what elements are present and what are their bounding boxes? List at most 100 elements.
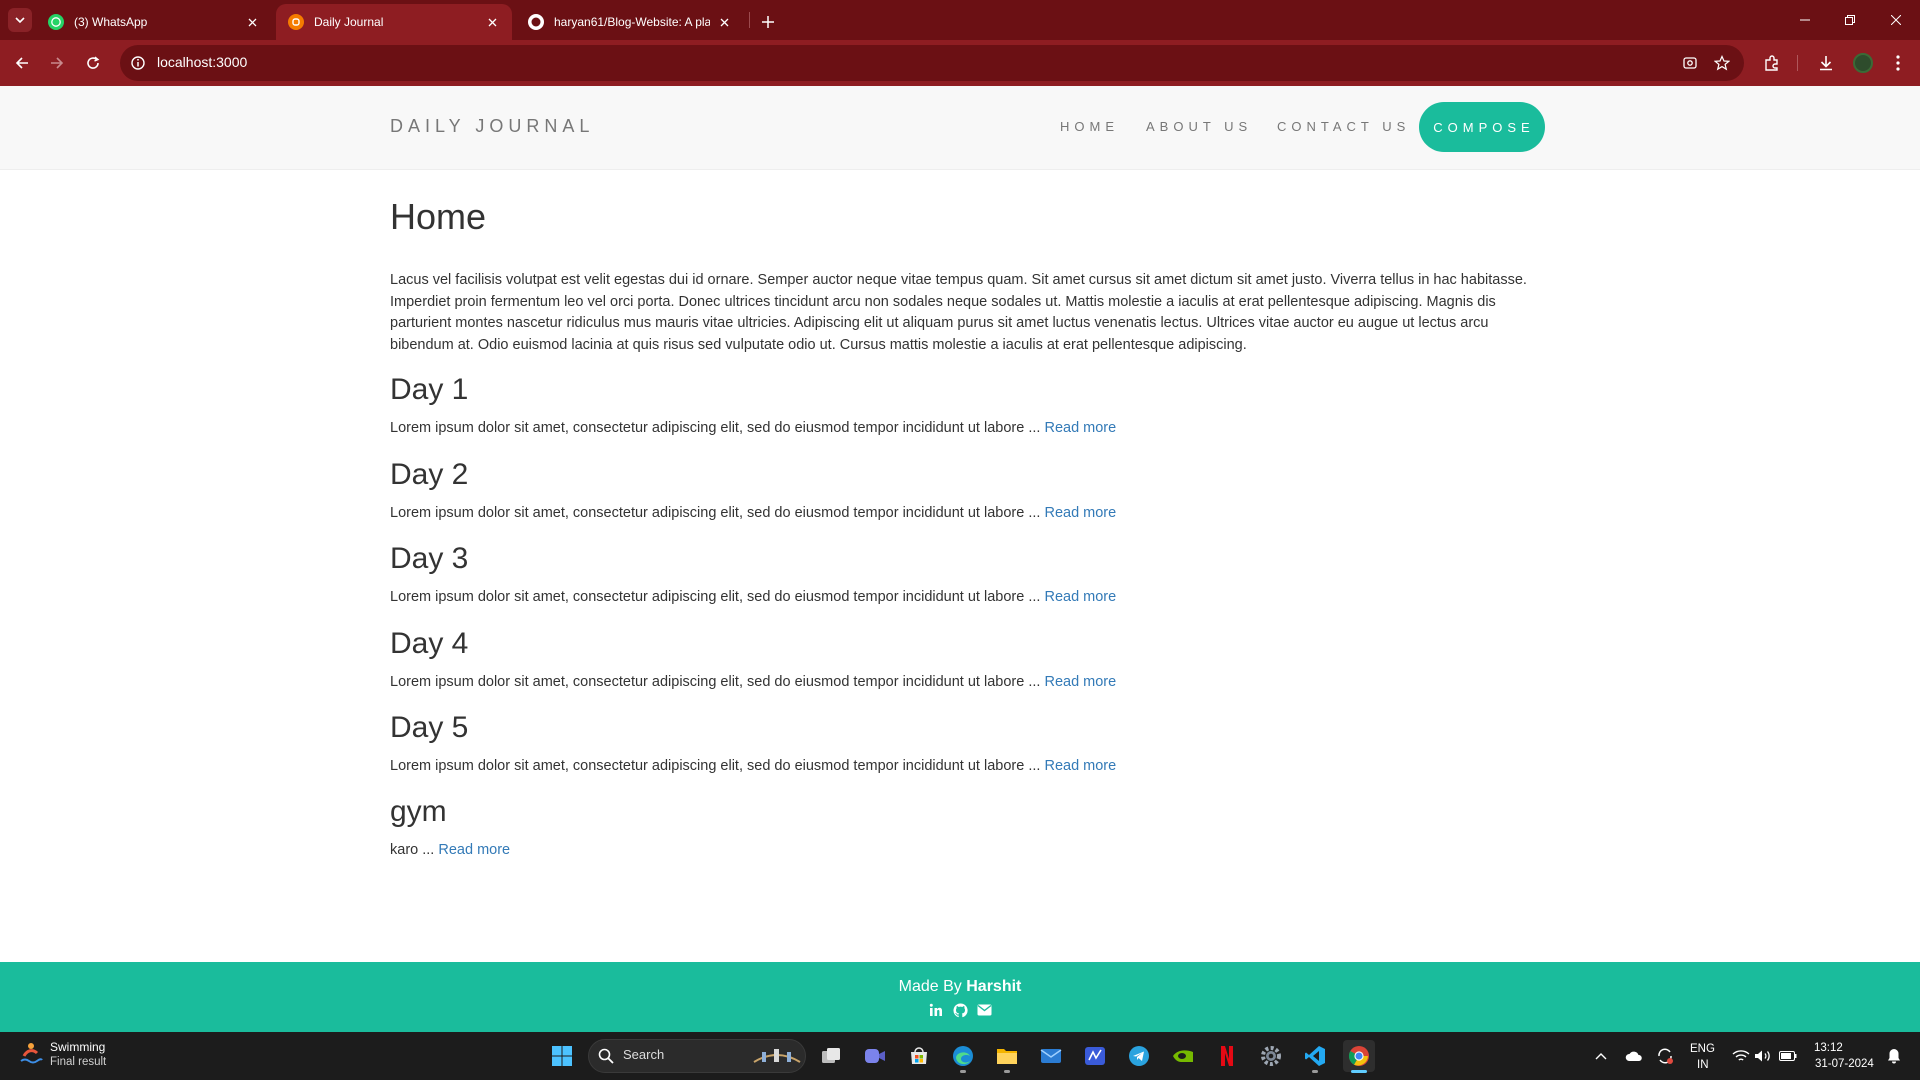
onedrive-cloud-icon[interactable] — [1624, 1046, 1644, 1066]
bookmark-star-icon[interactable] — [1712, 53, 1732, 73]
restore-button[interactable] — [1838, 8, 1862, 32]
ellipsis: ... — [1024, 420, 1045, 436]
widget-subtitle[interactable]: Final result — [50, 1056, 106, 1068]
puzzle-icon — [1765, 55, 1778, 71]
tab-daily-journal[interactable]: Daily Journal — [276, 4, 512, 40]
arrow-right-icon — [51, 57, 64, 69]
post-excerpt: Lorem ipsum dolor sit amet, consectetur … — [390, 672, 1530, 692]
taskbar-time[interactable]: 13:12 — [1814, 1042, 1843, 1054]
settings-gear-icon[interactable] — [1255, 1040, 1287, 1072]
windows-logo-icon — [552, 1046, 572, 1066]
read-more-link[interactable]: Read more — [1044, 674, 1116, 690]
close-icon[interactable] — [484, 14, 500, 30]
post-excerpt: Lorem ipsum dolor sit amet, consectetur … — [390, 587, 1530, 607]
tab-title: (3) WhatsApp — [74, 15, 148, 29]
close-icon — [1891, 15, 1901, 25]
microsoft-store-icon[interactable] — [903, 1040, 935, 1072]
post-item: Day 2 Lorem ipsum dolor sit amet, consec… — [390, 457, 1530, 523]
ellipsis: ... — [1024, 505, 1045, 521]
read-more-link[interactable]: Read more — [1044, 589, 1116, 605]
nav-about-us[interactable]: ABOUT US — [1146, 119, 1252, 134]
telegram-icon[interactable] — [1123, 1040, 1155, 1072]
chevron-down-icon — [15, 17, 25, 24]
profile-avatar[interactable] — [1853, 53, 1873, 73]
language-indicator[interactable]: ENG — [1690, 1043, 1715, 1055]
wifi-icon[interactable] — [1731, 1046, 1751, 1066]
reload-icon — [87, 56, 100, 69]
post-excerpt-text: Lorem ipsum dolor sit amet, consectetur … — [390, 505, 1025, 521]
minimize-button[interactable] — [1793, 8, 1817, 32]
ellipsis: ... — [418, 842, 439, 858]
running-indicator — [1004, 1070, 1010, 1073]
post-item: Day 1 Lorem ipsum dolor sit amet, consec… — [390, 372, 1530, 438]
post-title: Day 2 — [390, 458, 469, 491]
search-icon — [598, 1048, 614, 1069]
extensions-button[interactable] — [1758, 49, 1786, 77]
footer-social-links — [0, 1002, 1920, 1018]
whiteboard-app-icon[interactable] — [1079, 1040, 1111, 1072]
browser-menu-button[interactable] — [1884, 49, 1912, 77]
reload-button[interactable] — [79, 49, 107, 77]
page-title: Home — [390, 196, 487, 237]
ellipsis: ... — [1024, 758, 1045, 774]
github-icon[interactable] — [952, 1002, 968, 1018]
address-bar[interactable] — [120, 45, 1744, 81]
taskbar-date[interactable]: 31-07-2024 — [1815, 1058, 1874, 1070]
post-excerpt-text: karo — [390, 842, 419, 858]
language-region[interactable]: IN — [1697, 1059, 1709, 1071]
site-brand[interactable]: DAILY JOURNAL — [390, 116, 594, 137]
more-vertical-icon — [1896, 55, 1900, 71]
download-icon — [1820, 56, 1832, 71]
whatsapp-icon — [48, 14, 64, 30]
read-more-link[interactable]: Read more — [1044, 758, 1116, 774]
battery-icon[interactable] — [1778, 1046, 1798, 1066]
screenshot-icon[interactable] — [1680, 53, 1700, 73]
chevron-up-icon[interactable] — [1591, 1046, 1611, 1066]
intro-paragraph: Lacus vel facilisis volutpat est velit e… — [390, 272, 1527, 353]
close-icon[interactable] — [244, 14, 260, 30]
back-button[interactable] — [8, 49, 36, 77]
edge-icon[interactable] — [947, 1040, 979, 1072]
plus-icon — [762, 16, 774, 28]
linkedin-icon[interactable] — [928, 1002, 944, 1018]
active-indicator — [1351, 1070, 1367, 1073]
nav-home[interactable]: HOME — [1060, 119, 1119, 134]
post-excerpt-text: Lorem ipsum dolor sit amet, consectetur … — [390, 674, 1025, 690]
nvidia-icon[interactable] — [1167, 1040, 1199, 1072]
close-window-button[interactable] — [1884, 8, 1908, 32]
read-more-link[interactable]: Read more — [1044, 420, 1116, 436]
task-view-icon[interactable] — [815, 1040, 847, 1072]
post-title: Day 1 — [390, 373, 469, 406]
compose-button[interactable]: COMPOSE — [1419, 102, 1545, 152]
mail-app-icon[interactable] — [1035, 1040, 1067, 1072]
start-button[interactable] — [546, 1040, 578, 1072]
widget-title[interactable]: Swimming — [50, 1040, 105, 1054]
teams-meet-icon[interactable] — [859, 1040, 891, 1072]
chrome-icon[interactable] — [1343, 1040, 1375, 1072]
forward-button[interactable] — [43, 49, 71, 77]
site-info-icon[interactable] — [130, 55, 146, 71]
close-icon[interactable] — [716, 14, 732, 30]
read-more-link[interactable]: Read more — [438, 842, 510, 858]
downloads-button[interactable] — [1812, 49, 1840, 77]
file-explorer-icon[interactable] — [991, 1040, 1023, 1072]
tab-whatsapp[interactable]: (3) WhatsApp — [36, 4, 272, 40]
sync-icon[interactable] — [1655, 1046, 1675, 1066]
netflix-icon[interactable] — [1211, 1040, 1243, 1072]
tab-search-button[interactable] — [8, 8, 32, 32]
restore-icon — [1845, 15, 1855, 25]
read-more-link[interactable]: Read more — [1044, 505, 1116, 521]
post-excerpt: Lorem ipsum dolor sit amet, consectetur … — [390, 503, 1530, 523]
tab-separator — [749, 12, 750, 28]
post-excerpt-text: Lorem ipsum dolor sit amet, consectetur … — [390, 420, 1025, 436]
mail-icon[interactable] — [976, 1002, 992, 1018]
new-tab-button[interactable] — [756, 10, 780, 34]
volume-icon[interactable] — [1753, 1046, 1773, 1066]
notification-bell-icon[interactable] — [1884, 1046, 1904, 1066]
vscode-icon[interactable] — [1299, 1040, 1331, 1072]
nav-contact-us[interactable]: CONTACT US — [1277, 119, 1410, 134]
tab-github[interactable]: haryan61/Blog-Website: A plac — [516, 4, 744, 40]
post-excerpt: Lorem ipsum dolor sit amet, consectetur … — [390, 756, 1530, 776]
url-text[interactable]: localhost:3000 — [157, 54, 247, 70]
swimmer-icon[interactable] — [18, 1040, 44, 1066]
